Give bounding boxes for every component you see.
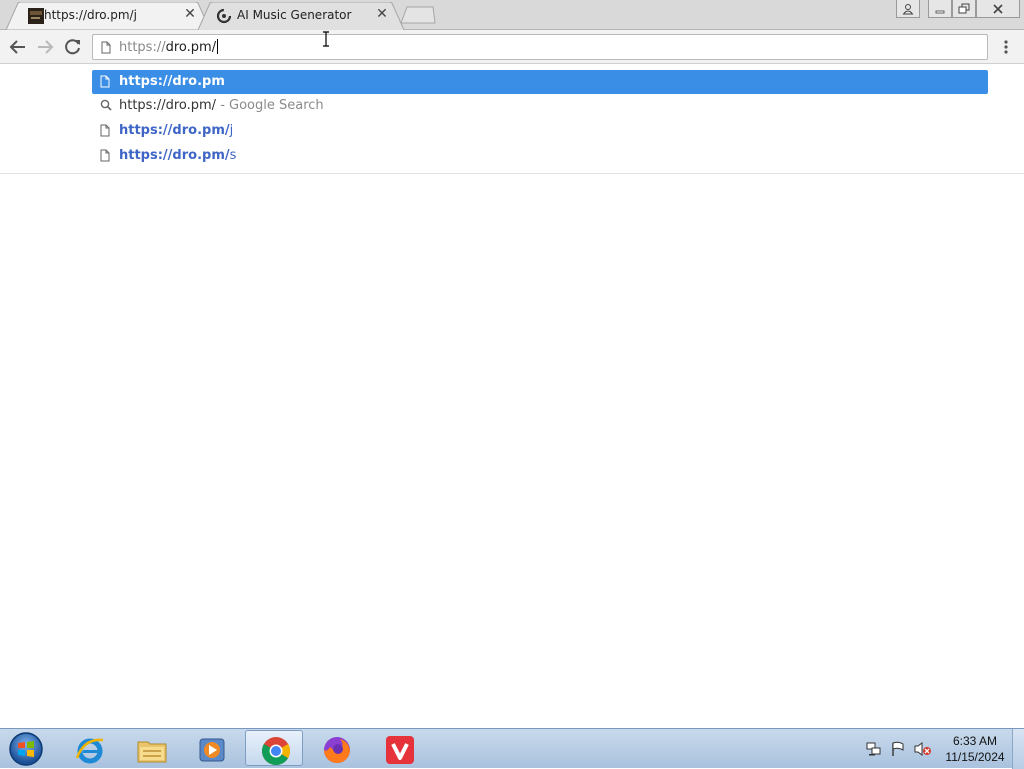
close-window-button[interactable] [976,0,1020,18]
tab-title: https://dro.pm/j [44,8,137,22]
text-cursor-icon [323,31,329,47]
text-caret [217,39,219,54]
address-bar[interactable]: https://dro.pm/ [92,34,988,60]
minimize-icon [935,10,945,14]
reload-icon[interactable] [62,36,84,58]
suggestion-url-rest: j [229,123,234,138]
suggestion-item[interactable]: https://dro.pm/s [92,144,988,168]
taskbar-media-player[interactable] [182,730,240,766]
minimize-button[interactable] [928,0,952,18]
page-icon [100,149,110,162]
suggestion-query: https://dro.pm/ [119,98,217,113]
omnibox-suggestions: https://dro.pm https://dro.pm/ - Google … [0,64,1024,174]
clock-time: 6:33 AM [952,734,998,748]
suggestion-text: https://dro.pm [119,74,225,89]
suggestion-url: https://dro.pm/j [119,123,233,138]
forward-arrow-icon[interactable] [34,36,56,58]
page-icon [100,124,110,137]
dark-thumbnail-icon [28,8,44,24]
internet-explorer-icon [75,738,104,764]
taskbar-file-explorer[interactable] [122,730,180,766]
swirl-logo-icon [216,8,232,24]
toolbar: https://dro.pm/ [0,30,1024,64]
suggestion-url-bold: https://dro.pm/ [119,123,230,138]
address-text[interactable]: https://dro.pm/ [119,39,219,55]
vivaldi-icon [386,736,414,764]
file-explorer-icon [137,741,167,763]
system-clock[interactable]: 6:33 AM 11/15/2024 [940,733,1010,765]
taskbar: 6:33 AM 11/15/2024 [0,728,1024,769]
profile-icon [902,4,914,15]
menu-dots-icon[interactable] [998,38,1014,56]
network-icon[interactable] [866,741,882,757]
suggestion-text: https://dro.pm/ - Google Search [119,98,324,113]
clock-date: 11/15/2024 [945,750,1005,764]
taskbar-internet-explorer[interactable] [60,730,118,766]
new-tab-icon[interactable] [400,6,436,24]
search-icon [100,99,112,111]
page-icon [101,41,111,54]
tab-strip: https://dro.pm/j ✕ AI Music Generator ✕ [0,0,1024,30]
media-player-icon [199,738,225,762]
suggestion-url-bold: https://dro.pm/ [119,148,230,163]
restore-button[interactable] [952,0,976,18]
start-button[interactable] [6,731,46,767]
page-icon [100,75,110,88]
back-arrow-icon[interactable] [7,36,29,58]
close-icon [993,4,1003,14]
taskbar-chrome[interactable] [245,730,303,766]
volume-muted-icon[interactable] [914,741,932,757]
tab-active[interactable]: https://dro.pm/j ✕ [6,2,210,30]
url-scheme: https:// [119,40,166,55]
restore-icon [958,3,970,14]
action-center-flag-icon[interactable] [890,741,906,757]
taskbar-firefox[interactable] [307,730,365,766]
chrome-icon [262,737,290,765]
suggestion-item[interactable]: https://dro.pm/ - Google Search [92,94,988,118]
taskbar-vivaldi[interactable] [370,730,428,766]
tab-ai-music-generator[interactable]: AI Music Generator ✕ [198,2,404,30]
close-icon[interactable]: ✕ [374,6,390,22]
suggestion-url-rest: s [229,148,237,163]
suggestion-item[interactable]: https://dro.pm [92,70,988,94]
firefox-icon [324,737,350,763]
system-tray [862,735,942,763]
suggestion-suffix: - Google Search [220,98,324,113]
close-icon[interactable]: ✕ [182,6,198,22]
show-desktop-button[interactable] [1012,729,1024,769]
profile-button[interactable] [896,0,920,18]
tab-title: AI Music Generator [237,8,352,22]
suggestion-url: https://dro.pm/s [119,148,236,163]
url-host: dro.pm/ [165,40,217,55]
suggestion-item[interactable]: https://dro.pm/j [92,119,988,143]
